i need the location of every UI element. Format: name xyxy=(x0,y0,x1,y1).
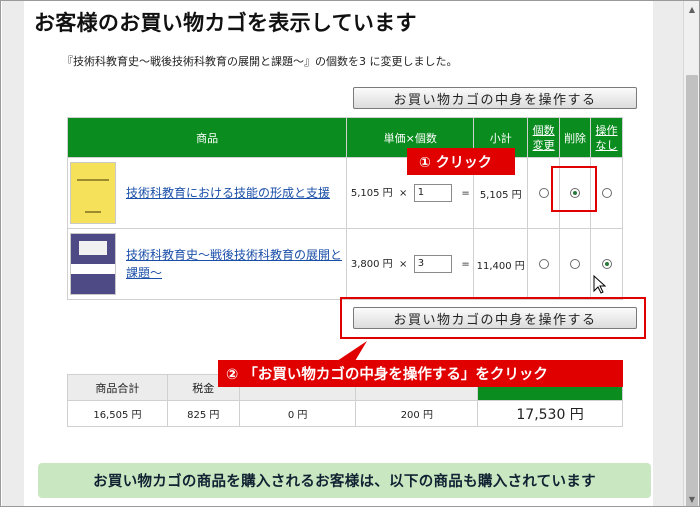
product-cell: 技術科教育における技能の形成と支援 xyxy=(66,157,348,229)
cart-table: 商品 単価×個数 小計 個数 変更 削除 操作 なし 技術科教育における技能の形 xyxy=(66,117,623,300)
summary-value-4: 200 円 xyxy=(355,400,479,427)
right-margin xyxy=(653,1,683,506)
price-qty-cell: 3,800 円 × 3 = xyxy=(346,228,475,300)
col-no-op[interactable]: 操作 なし xyxy=(590,117,623,158)
change-qty-cell xyxy=(527,228,561,300)
no-op-radio[interactable] xyxy=(601,187,612,198)
goods-total: 16,505 円 xyxy=(67,400,168,427)
unit-price: 5,105 円 xyxy=(350,188,393,199)
tax-value: 825 円 xyxy=(166,400,240,427)
scroll-down-icon[interactable]: ▼ xyxy=(684,491,699,506)
page-title: お客様のお買い物カゴを表示しています xyxy=(34,11,417,35)
times-symbol: × xyxy=(399,188,408,199)
callout-step1: ① クリック xyxy=(407,148,515,175)
delete-cell xyxy=(559,228,592,300)
summary-head-goods: 商品合計 xyxy=(67,374,168,401)
product-cell: 技術科教育史〜戦後技術科教育の展開と課題〜 xyxy=(66,228,348,300)
also-bought-banner: お買い物カゴの商品を購入されるお客様は、以下の商品も購入されています xyxy=(38,463,651,498)
scroll-thumb[interactable] xyxy=(686,75,698,506)
product-link[interactable]: 技術科教育における技能の形成と支援 xyxy=(126,184,330,202)
col-product: 商品 xyxy=(66,117,348,158)
equals-symbol: = xyxy=(461,188,470,199)
book-cover-icon[interactable] xyxy=(70,162,116,224)
operate-cart-button-top[interactable]: お買い物カゴの中身を操作する xyxy=(353,87,637,109)
callout-step2: ② 「お買い物カゴの中身を操作する」をクリック xyxy=(218,360,623,387)
change-qty-link-1[interactable]: 個数 xyxy=(528,123,559,138)
highlight-delete-radio xyxy=(551,166,597,212)
quantity-input[interactable]: 3 xyxy=(413,255,452,273)
col-change-qty[interactable]: 個数 変更 xyxy=(527,117,561,158)
update-notice: 『技術科教育史〜戦後技術科教育の展開と課題〜』の個数を3 に変更しました。 xyxy=(62,55,458,68)
table-row: 技術科教育史〜戦後技術科教育の展開と課題〜 3,800 円 × 3 = 11,4… xyxy=(66,228,623,300)
no-op-link-1[interactable]: 操作 xyxy=(591,123,622,138)
scroll-up-icon[interactable]: ▲ xyxy=(684,1,699,17)
browser-frame: ▲ ▼ お客様のお買い物カゴを表示しています 『技術科教育史〜戦後技術科教育の展… xyxy=(0,0,700,507)
subtotal-cell: 11,400 円 xyxy=(473,228,529,300)
summary-value-3: 0 円 xyxy=(238,400,357,427)
left-margin xyxy=(2,1,24,506)
cart-header-row: 商品 単価×個数 小計 個数 変更 削除 操作 なし xyxy=(66,117,623,158)
book-cover-icon[interactable] xyxy=(70,233,116,295)
no-op-radio[interactable] xyxy=(601,258,612,269)
equals-symbol: = xyxy=(461,259,470,270)
mouse-cursor-icon xyxy=(593,275,607,294)
change-qty-radio[interactable] xyxy=(538,187,549,198)
product-link[interactable]: 技術科教育史〜戦後技術科教育の展開と課題〜 xyxy=(126,246,346,282)
unit-price: 3,800 円 xyxy=(350,259,393,270)
page-content: お客様のお買い物カゴを表示しています 『技術科教育史〜戦後技術科教育の展開と課題… xyxy=(24,1,653,506)
change-qty-radio[interactable] xyxy=(538,258,549,269)
vertical-scrollbar[interactable]: ▲ ▼ xyxy=(683,1,699,506)
times-symbol: × xyxy=(399,259,408,270)
delete-radio[interactable] xyxy=(570,258,581,269)
table-row: 技術科教育における技能の形成と支援 5,105 円 × 1 = 5,105 円 xyxy=(66,157,623,229)
highlight-operate-button xyxy=(340,297,646,339)
quantity-input[interactable]: 1 xyxy=(413,184,452,202)
change-qty-link-2[interactable]: 変更 xyxy=(528,138,559,153)
summary-value-row: 16,505 円 825 円 0 円 200 円 17,530 円 xyxy=(67,400,623,427)
grand-total: 17,530 円 xyxy=(477,400,623,427)
col-delete: 削除 xyxy=(559,117,592,158)
no-op-link-2[interactable]: なし xyxy=(591,138,622,153)
